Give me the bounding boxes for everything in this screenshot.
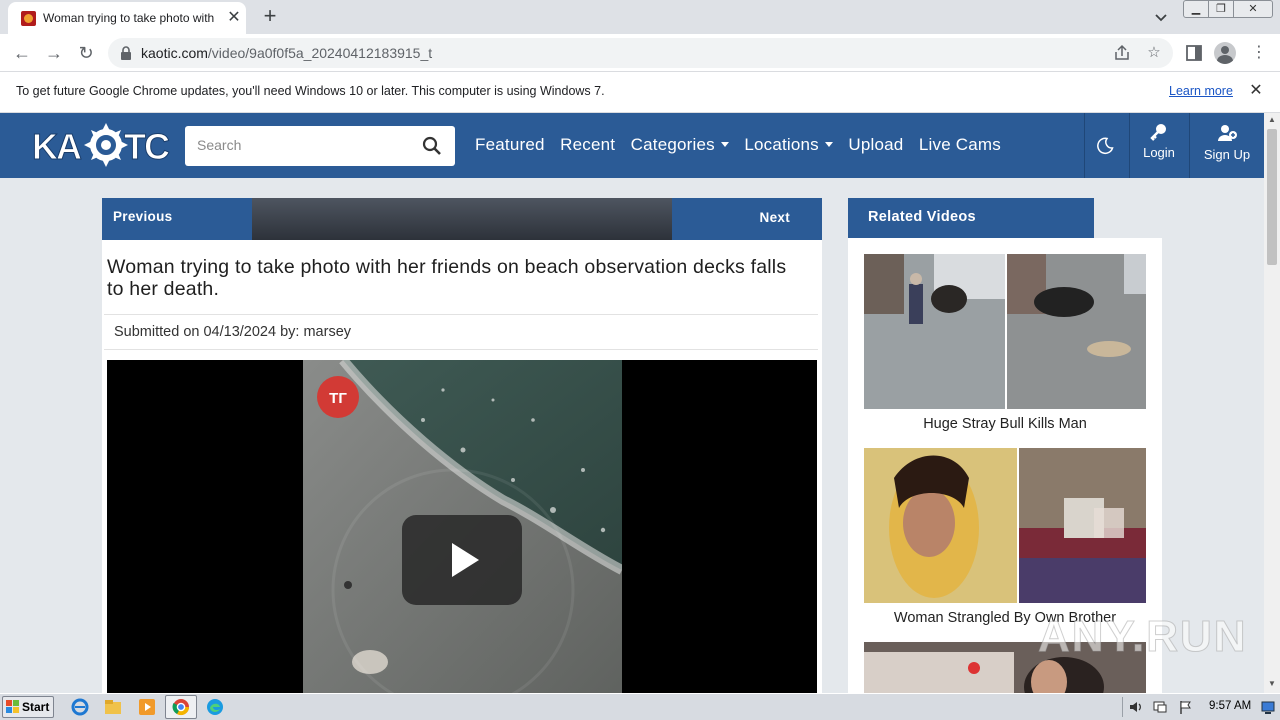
site-favicon-icon (21, 11, 36, 26)
menu-kebab-icon[interactable]: ⋮ (1247, 41, 1271, 65)
nav-live-cams[interactable]: Live Cams (919, 135, 1001, 155)
add-user-icon (1218, 125, 1237, 141)
site-search-input[interactable] (197, 137, 397, 153)
windows-logo-icon (6, 700, 19, 713)
start-button[interactable]: Start (2, 696, 54, 718)
related-thumbnail-image (864, 254, 1146, 409)
address-bar[interactable]: kaotic.com/video/9a0f0f5a_20240412183915… (108, 38, 1173, 68)
related-videos-heading: Related Videos (848, 198, 1094, 238)
volume-icon[interactable] (1128, 699, 1144, 715)
learn-more-link[interactable]: Learn more (1169, 84, 1233, 98)
tab-search-chevron-icon[interactable] (1150, 6, 1172, 28)
tab-title: Woman trying to take photo with her frie… (43, 11, 218, 25)
page-viewport: KA TC Featured Recent Categories Locatio… (0, 113, 1280, 693)
submission-text: Submitted on 04/13/2024 by: marsey (114, 324, 352, 340)
previous-button[interactable]: Previous (102, 198, 252, 240)
media-player-icon[interactable] (137, 697, 157, 717)
nav-recent[interactable]: Recent (560, 135, 615, 155)
nav-locations[interactable]: Locations (744, 135, 833, 155)
nav-categories[interactable]: Categories (631, 135, 729, 155)
related-title[interactable]: Huge Stray Bull Kills Man (864, 416, 1146, 432)
video-title: Woman trying to take photo with her frie… (107, 256, 787, 300)
side-panel-icon[interactable] (1182, 41, 1206, 65)
search-icon[interactable] (422, 136, 442, 156)
related-thumbnail[interactable] (864, 448, 1146, 603)
chrome-icon[interactable] (171, 697, 191, 717)
author-link[interactable]: marsey (303, 324, 351, 340)
site-search-box (185, 126, 455, 166)
profile-avatar-icon[interactable] (1214, 42, 1236, 64)
kaotic-logo[interactable]: KA TC (30, 119, 172, 171)
nav-featured[interactable]: Featured (475, 135, 545, 155)
page-scrollbar[interactable]: ▲ ▼ (1264, 113, 1280, 693)
related-thumbnail[interactable] (864, 254, 1146, 409)
window-maximize-button[interactable]: ❐ (1208, 0, 1234, 18)
video-player[interactable]: ТГ (107, 360, 817, 693)
signup-button[interactable]: Sign Up (1197, 123, 1257, 162)
lock-icon[interactable] (120, 46, 132, 60)
action-center-flag-icon[interactable] (1178, 699, 1194, 715)
main-nav: Featured Recent Categories Locations Upl… (475, 135, 1012, 159)
login-label: Login (1143, 145, 1175, 160)
svg-text:TC: TC (124, 126, 170, 167)
file-explorer-icon[interactable] (103, 697, 123, 717)
scroll-up-arrow-icon[interactable]: ▲ (1264, 115, 1280, 127)
network-icon[interactable] (1152, 699, 1168, 715)
browser-tabstrip: Woman trying to take photo with her frie… (0, 0, 1280, 34)
new-tab-button[interactable]: + (258, 4, 282, 28)
submission-meta: Submitted on 04/13/2024 by: marsey (104, 314, 818, 350)
signup-label: Sign Up (1203, 147, 1251, 162)
show-desktop-icon[interactable] (1260, 699, 1276, 715)
windows-taskbar: Start 9:57 AM (0, 693, 1280, 720)
dark-mode-moon-icon[interactable] (1096, 137, 1114, 155)
infobar-message: To get future Google Chrome updates, you… (16, 84, 605, 98)
nav-upload[interactable]: Upload (848, 135, 903, 155)
window-close-button[interactable]: ✕ (1233, 0, 1273, 18)
reload-icon[interactable]: ↻ (73, 40, 99, 66)
url-text[interactable]: kaotic.com/video/9a0f0f5a_20240412183915… (141, 45, 432, 61)
window-minimize-button[interactable]: ▁ (1183, 0, 1209, 18)
caret-down-icon (824, 142, 833, 147)
tray-separator (1122, 697, 1123, 717)
share-icon[interactable] (1112, 43, 1132, 63)
video-content-card: Woman trying to take photo with her frie… (102, 240, 822, 693)
browser-toolbar: ← → ↻ kaotic.com/video/9a0f0f5a_20240412… (0, 34, 1280, 72)
play-icon (452, 543, 479, 577)
anyrun-watermark: ANY.RUN (1038, 612, 1248, 662)
next-button[interactable]: Next (672, 198, 822, 240)
header-divider (1189, 113, 1190, 178)
site-header: KA TC Featured Recent Categories Locatio… (0, 113, 1264, 178)
infobar-close-icon[interactable]: ✕ (1246, 81, 1266, 101)
login-button[interactable]: Login (1135, 123, 1183, 160)
forward-arrow-icon[interactable]: → (41, 40, 67, 66)
video-nav-bar: Previous Next (102, 198, 822, 240)
svg-text:ТГ: ТГ (329, 390, 347, 407)
play-button[interactable] (402, 515, 522, 605)
taskbar-clock[interactable]: 9:57 AM (1209, 700, 1251, 712)
update-infobar: To get future Google Chrome updates, you… (0, 72, 1280, 113)
svg-text:KA: KA (32, 126, 82, 167)
back-arrow-icon[interactable]: ← (9, 40, 35, 66)
browser-tab-active[interactable]: Woman trying to take photo with her frie… (8, 2, 246, 34)
start-label: Start (22, 700, 50, 714)
bookmark-star-icon[interactable]: ☆ (1144, 43, 1164, 63)
tab-close-icon[interactable]: ✕ (224, 8, 244, 28)
related-thumbnail-image (864, 448, 1146, 603)
caret-down-icon (720, 142, 729, 147)
scroll-down-arrow-icon[interactable]: ▼ (1264, 679, 1280, 691)
internet-explorer-icon[interactable] (70, 697, 90, 717)
header-divider (1129, 113, 1130, 178)
key-icon (1150, 124, 1166, 141)
scrollbar-thumb[interactable] (1267, 129, 1277, 265)
edge-icon[interactable] (205, 697, 225, 717)
header-divider (1084, 113, 1085, 178)
